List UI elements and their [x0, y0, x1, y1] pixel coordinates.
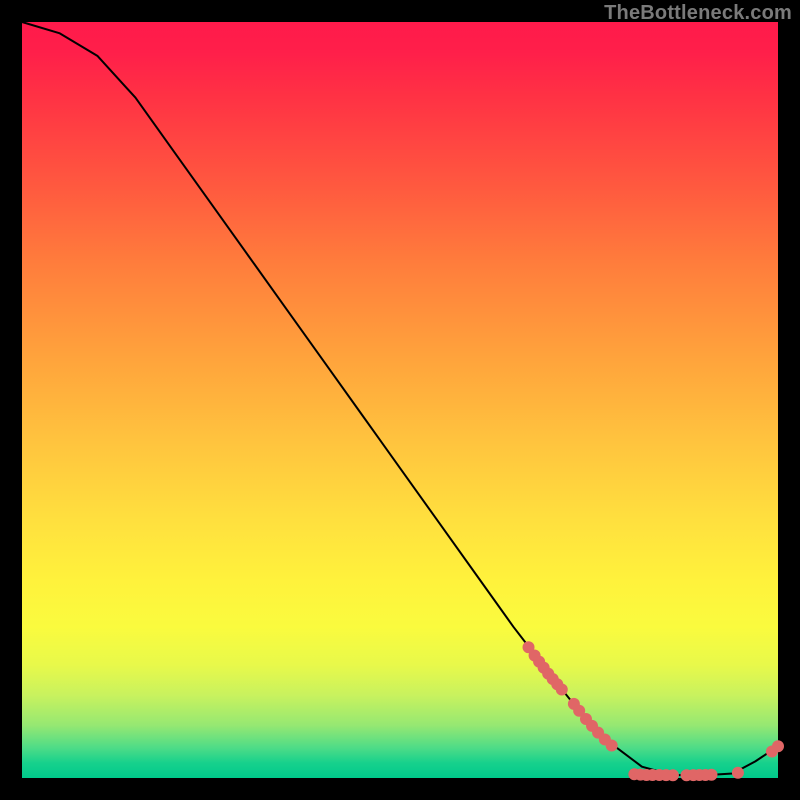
curve-marker	[667, 769, 679, 781]
watermark-label: TheBottleneck.com	[604, 2, 792, 25]
chart-overlay	[22, 22, 778, 778]
curve-marker	[556, 684, 568, 696]
curve-marker	[705, 769, 717, 781]
curve-marker	[772, 740, 784, 752]
bottleneck-curve	[22, 22, 778, 775]
curve-marker	[606, 739, 618, 751]
curve-marker	[732, 767, 744, 779]
chart-stage: TheBottleneck.com	[0, 0, 800, 800]
curve-markers	[523, 641, 784, 781]
